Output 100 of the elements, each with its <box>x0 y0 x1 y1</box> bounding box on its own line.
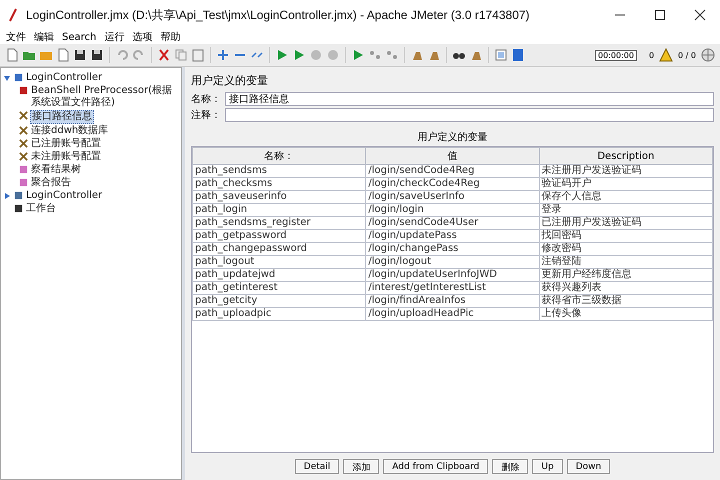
node-icon <box>19 86 28 95</box>
action-button[interactable]: 删除 <box>492 459 528 474</box>
node-icon <box>14 73 23 82</box>
thread-count: 0 / 0 <box>678 50 696 60</box>
tree-item[interactable]: 察看结果树 <box>30 164 82 176</box>
table-cell: /login/updateUserInfoJWD <box>366 268 540 282</box>
tree-item[interactable]: 已注册账号配置 <box>30 138 102 150</box>
column-header[interactable]: Description <box>539 148 712 164</box>
table-cell: path_logout <box>192 256 366 268</box>
table-cell: /login/changePass <box>366 242 540 256</box>
name-field[interactable]: 接口路径信息 <box>225 92 714 106</box>
maximize-icon[interactable] <box>654 9 666 21</box>
field-label: 名称： <box>191 93 222 106</box>
action-button[interactable]: 添加 <box>343 459 380 474</box>
table-cell: path_updatejwd <box>192 268 366 282</box>
tree-item[interactable]: BeanShell PreProcessor(根据系统设置文件路径) <box>30 85 179 109</box>
panel-title: 用户定义的变量 <box>191 73 269 88</box>
action-button[interactable]: Down <box>566 459 610 474</box>
node-icon <box>14 204 23 213</box>
column-header[interactable]: 名称： <box>192 148 366 164</box>
table-cell: 已注册用户发送验证码 <box>539 216 712 230</box>
table-cell: 修改密码 <box>539 242 712 256</box>
table-cell: 更新用户经纬度信息 <box>539 268 712 282</box>
save-icon[interactable] <box>73 48 87 62</box>
globe-icon <box>701 48 715 62</box>
document-icon[interactable] <box>5 48 19 62</box>
table-cell: /login/checkCode4Reg <box>366 178 540 190</box>
table-cell: 上传头像 <box>539 308 712 320</box>
action-button[interactable]: Up <box>532 459 563 474</box>
node-icon <box>19 178 28 187</box>
play-icon[interactable] <box>275 48 289 62</box>
play-icon[interactable] <box>351 48 365 62</box>
table-cell: path_saveuserinfo <box>192 190 366 204</box>
table-cell: /login/sendCode4Reg <box>366 164 540 178</box>
table-cell: /login/updatePass <box>366 230 540 242</box>
node-icon <box>19 126 28 135</box>
list-icon[interactable] <box>494 48 508 62</box>
menu-item[interactable]: 编辑 <box>34 30 54 44</box>
window-title: LoginController.jmx (D:\共享\Api_Test\jmx\LoginController.jmx) - Apache JMeter (3.0 r1743807) <box>26 6 530 24</box>
table-cell: 注销登陆 <box>539 256 712 268</box>
action-button[interactable]: Add from Clipboard <box>383 459 488 474</box>
document-icon[interactable] <box>56 48 70 62</box>
table-cell: /interest/getInterestList <box>366 282 540 294</box>
table-cell: 获得省市三级数据 <box>539 294 712 308</box>
menu-item[interactable]: Search <box>62 32 96 42</box>
menu-item[interactable]: 帮助 <box>160 30 180 44</box>
column-header[interactable]: 值 <box>366 148 540 164</box>
tree-item[interactable]: 连接ddwh数据库 <box>30 125 110 137</box>
table-cell: path_getpassword <box>192 230 366 242</box>
table-cell: /login/logout <box>366 256 540 268</box>
undo-icon[interactable] <box>115 48 129 62</box>
play-icon[interactable] <box>292 48 306 62</box>
warning-icon[interactable] <box>659 48 674 62</box>
table-cell: /login/sendCode4User <box>366 216 540 230</box>
node-icon <box>14 191 23 200</box>
tree-item[interactable]: LoginController <box>25 72 104 84</box>
table-cell: 登录 <box>539 204 712 216</box>
tree-item[interactable]: 工作台 <box>25 203 57 215</box>
table-cell: 保存个人信息 <box>539 190 712 204</box>
dots-icon[interactable] <box>368 48 382 62</box>
comment-field[interactable] <box>225 108 714 122</box>
table-cell: path_getcity <box>192 294 366 308</box>
menu-item[interactable]: 文件 <box>6 30 26 44</box>
table-cell: path_sendsms <box>192 164 366 178</box>
node-icon <box>19 139 28 148</box>
table-title: 用户定义的变量 <box>416 130 488 144</box>
table-cell: path_checksms <box>192 178 366 190</box>
table-cell: path_getinterest <box>192 282 366 294</box>
table-cell: 未注册用户发送验证码 <box>539 164 712 178</box>
tree-item[interactable]: 接口路径信息 <box>30 110 94 124</box>
table-cell: path_changepassword <box>192 242 366 256</box>
clipboard-icon[interactable] <box>191 48 205 62</box>
tree-toggle-icon[interactable] <box>3 190 12 202</box>
close-icon[interactable] <box>694 9 706 21</box>
field-label: 注释： <box>191 108 222 122</box>
plus-icon[interactable] <box>216 48 230 62</box>
node-icon <box>19 152 28 161</box>
table-cell: /login/findAreaInfos <box>366 294 540 308</box>
table-cell: 验证码开户 <box>539 178 712 190</box>
tree-item[interactable]: 未注册账号配置 <box>30 151 102 163</box>
node-icon <box>19 111 28 120</box>
table-cell: path_uploadpic <box>192 308 366 320</box>
table-cell: path_sendsms_register <box>192 216 366 230</box>
table-cell: path_login <box>192 204 366 216</box>
tree-item[interactable]: 聚合报告 <box>30 177 72 189</box>
table-cell: /login/login <box>366 204 540 216</box>
tree-item[interactable]: LoginController <box>25 190 104 202</box>
table-cell: /login/uploadHeadPic <box>366 308 540 320</box>
table-cell: 找回密码 <box>539 230 712 242</box>
redo-icon[interactable] <box>132 48 146 62</box>
copy-icon[interactable] <box>174 48 188 62</box>
menu-item[interactable]: 选项 <box>132 30 152 44</box>
menu-item[interactable]: 运行 <box>104 30 124 44</box>
node-icon <box>19 165 28 174</box>
table-cell: /login/saveUserInfo <box>366 190 540 204</box>
elapsed-timer: 00:00:00 <box>595 50 637 60</box>
save-icon[interactable] <box>90 48 104 62</box>
dots-icon[interactable] <box>385 48 399 62</box>
warning-count: 0 <box>648 50 654 60</box>
action-button[interactable]: Detail <box>294 459 340 474</box>
